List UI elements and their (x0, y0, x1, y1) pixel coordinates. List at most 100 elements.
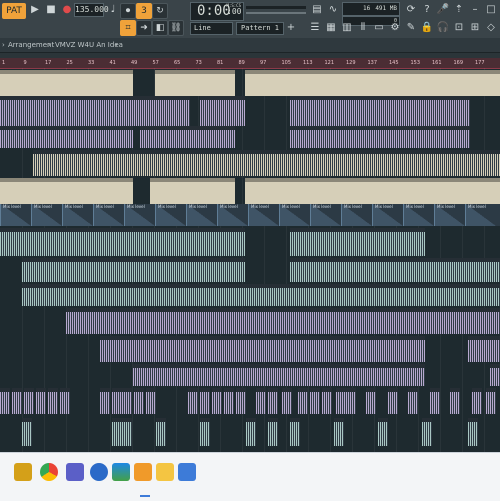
minimize-icon[interactable]: – (468, 3, 482, 17)
pattern-clip[interactable] (245, 70, 500, 96)
automation-clip[interactable]: Mix level (124, 204, 155, 226)
drum-clip[interactable] (48, 388, 58, 414)
fl-studio-icon[interactable] (134, 463, 152, 481)
drum-clip[interactable] (468, 418, 478, 446)
audio-clip[interactable] (0, 126, 133, 148)
drum-clip[interactable] (282, 388, 292, 414)
audio-clip[interactable] (490, 364, 500, 386)
slide-icon[interactable]: ◧ (152, 20, 168, 36)
automation-clip[interactable]: Mix level (155, 204, 186, 226)
chevron-left-icon[interactable]: › (2, 38, 5, 52)
drum-clip[interactable] (236, 388, 246, 414)
grid-icon[interactable]: ⊞ (468, 21, 482, 35)
pattern-song-toggle[interactable]: PAT (2, 3, 26, 19)
automation-clip[interactable]: Mix level (31, 204, 62, 226)
chevron-right-icon[interactable]: › (115, 38, 118, 52)
drum-clip[interactable] (60, 388, 70, 414)
automation-clip[interactable]: Mix level (93, 204, 124, 226)
drum-clip[interactable] (100, 388, 110, 414)
pattern-clip[interactable] (0, 70, 133, 96)
pattern-clip[interactable] (0, 178, 133, 204)
drum-clip[interactable] (408, 388, 418, 414)
drum-clip[interactable] (0, 388, 10, 414)
store-icon[interactable] (178, 463, 196, 481)
time-display[interactable]: 0:00 :00 M:S:CS (190, 2, 244, 21)
drum-clip[interactable] (134, 388, 144, 414)
audio-clip[interactable] (0, 228, 245, 256)
drum-clip[interactable] (122, 418, 132, 446)
countdown-button[interactable]: 3 (136, 3, 152, 19)
drum-clip[interactable] (200, 418, 210, 446)
maximize-icon[interactable]: □ (484, 3, 498, 17)
plugin-picker-icon[interactable]: ⚙ (388, 21, 402, 35)
loop-record-button[interactable]: ↻ (152, 3, 168, 19)
automation-clip[interactable]: Mix level (279, 204, 310, 226)
automation-clip[interactable]: Mix level (465, 204, 496, 226)
stop-icon[interactable]: ■ (44, 3, 58, 17)
tag-icon[interactable]: ⊡ (452, 21, 466, 35)
audio-clip[interactable] (290, 96, 470, 126)
audio-clip[interactable] (66, 308, 500, 334)
drum-clip[interactable] (290, 418, 300, 446)
audio-clip[interactable] (468, 336, 500, 362)
drive-icon[interactable] (112, 463, 130, 481)
drum-clip[interactable] (156, 418, 166, 446)
audio-clip[interactable] (200, 96, 245, 126)
audio-clip[interactable] (22, 284, 500, 306)
wrench-icon[interactable]: ✎ (404, 21, 418, 35)
drum-clip[interactable] (112, 388, 122, 414)
drum-clip[interactable] (378, 418, 388, 446)
drum-clip[interactable] (22, 418, 32, 446)
headphones-icon[interactable]: 🎧 (436, 21, 450, 35)
snap-toggle[interactable]: ⌗ (120, 20, 136, 36)
drum-clip[interactable] (298, 388, 308, 414)
pattern-select[interactable]: Pattern 1 (236, 22, 284, 35)
record-icon[interactable]: ● (60, 3, 74, 17)
drum-clip[interactable] (472, 388, 482, 414)
drum-clip[interactable] (430, 388, 440, 414)
drum-clip[interactable] (486, 388, 496, 414)
bell-icon[interactable]: ◇ (484, 21, 498, 35)
automation-clip[interactable]: Mix level (434, 204, 465, 226)
drum-clip[interactable] (346, 388, 356, 414)
audio-clip[interactable] (0, 96, 190, 126)
drum-clip[interactable] (268, 388, 278, 414)
edge-icon[interactable] (90, 463, 108, 481)
drum-clip[interactable] (24, 388, 34, 414)
drum-clip[interactable] (310, 388, 320, 414)
drum-clip[interactable] (336, 388, 346, 414)
playlist-grid[interactable]: Mix level Mix level Mix level Mix level Mix … (0, 68, 500, 452)
piano-roll-icon[interactable]: ▦ (324, 21, 338, 35)
audio-clip[interactable] (100, 336, 425, 362)
browser-icon[interactable]: ▭ (372, 21, 386, 35)
audio-clip[interactable] (290, 126, 470, 148)
drum-clip[interactable] (12, 388, 22, 414)
snap-select[interactable]: Line (190, 22, 233, 35)
audio-clip[interactable] (33, 150, 500, 176)
automation-clip[interactable]: Mix level (341, 204, 372, 226)
automation-clip[interactable]: Mix level (403, 204, 434, 226)
drum-clip[interactable] (112, 418, 122, 446)
file-explorer-icon[interactable] (14, 463, 32, 481)
drum-clip[interactable] (224, 388, 234, 414)
automation-clip[interactable]: Mix level (217, 204, 248, 226)
lock-icon[interactable]: 🔒 (420, 21, 434, 35)
automation-clip[interactable]: Mix level (186, 204, 217, 226)
audio-clip[interactable] (22, 258, 245, 282)
arrow-icon[interactable]: ➜ (136, 20, 152, 36)
drum-clip[interactable] (200, 388, 210, 414)
pattern-clip[interactable] (155, 70, 235, 96)
help-icon[interactable]: ? (420, 3, 434, 17)
wait-record-button[interactable]: ⏺ (120, 3, 136, 19)
drum-clip[interactable] (246, 418, 256, 446)
master-pitch-slider[interactable] (246, 12, 306, 14)
drum-clip[interactable] (422, 418, 432, 446)
drum-clip[interactable] (322, 388, 332, 414)
teams-icon[interactable] (66, 463, 84, 481)
playlist-arrangement[interactable]: VMVZ W4U An Idea (55, 38, 123, 52)
drum-clip[interactable] (188, 388, 198, 414)
drum-clip[interactable] (334, 418, 344, 446)
automation-clip[interactable]: Mix level (310, 204, 341, 226)
pattern-clip[interactable] (150, 178, 235, 204)
drum-clip[interactable] (146, 388, 156, 414)
